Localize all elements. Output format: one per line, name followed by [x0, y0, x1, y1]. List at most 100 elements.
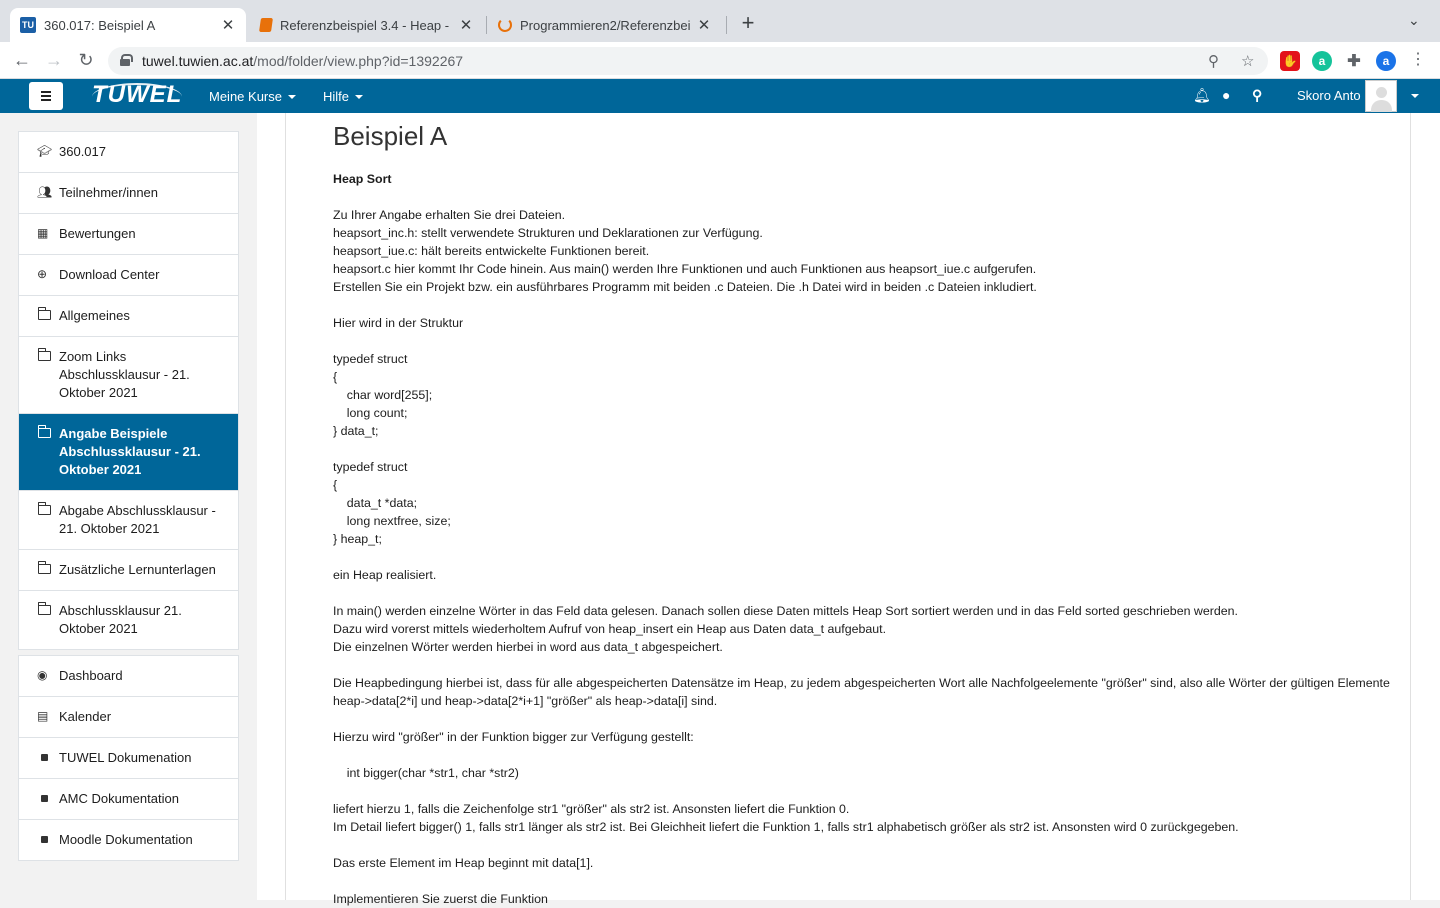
grammarly-extension-icon[interactable]: a: [1312, 51, 1332, 71]
nav-drawer: 🎓︎ 360.017 👥︎ Teilnehmer/innen ▦ Bewertunge…: [18, 131, 239, 861]
close-tab-icon[interactable]: ✕: [220, 16, 236, 34]
folder-icon: [37, 425, 51, 438]
bookmark-star-icon[interactable]: ☆: [1241, 52, 1254, 70]
forward-button[interactable]: →: [42, 49, 66, 73]
adblock-extension-icon[interactable]: ✋: [1280, 51, 1300, 71]
paragraph: [333, 548, 1423, 566]
browser-tab-strip: TU 360.017: Beispiel A ✕ Referenzbeispie…: [0, 0, 1440, 42]
nav-item-download-center[interactable]: ⊕ Download Center: [19, 254, 238, 295]
tab-title: 360.017: Beispiel A: [44, 17, 156, 33]
extensions-puzzle-icon[interactable]: ✚: [1344, 51, 1364, 71]
user-avatar[interactable]: [1365, 80, 1397, 112]
paragraph: [333, 440, 1423, 458]
browser-tab-active[interactable]: TU 360.017: Beispiel A ✕: [10, 8, 246, 42]
paragraph: In main() werden einzelne Wörter in das …: [333, 604, 1239, 654]
site-navbar: TUWEL Meine Kurse Hilfe 🔔︎ ● ⚲ Skoro Ant…: [0, 79, 1440, 113]
dashboard-icon: ◉: [37, 668, 48, 682]
tab-title: Referenzbeispiel 3.4 - Heap - J: [280, 17, 452, 33]
zoom-icon[interactable]: ⚲: [1208, 52, 1219, 70]
back-button[interactable]: ←: [10, 49, 34, 73]
browser-tab[interactable]: Programmieren2/Referenzbeisp ✕: [488, 8, 722, 42]
nav-item-abgabe[interactable]: Abgabe Abschlussklausur - 21. Oktober 20…: [19, 490, 238, 549]
nav-item-dashboard[interactable]: ◉ Dashboard: [19, 656, 238, 696]
bullet-icon: [41, 795, 48, 802]
browser-tab[interactable]: Referenzbeispiel 3.4 - Heap - J ✕: [250, 8, 484, 42]
users-icon: 👥︎: [37, 185, 53, 199]
tab-title: Programmieren2/Referenzbeisp: [520, 17, 690, 33]
paragraph: [333, 296, 1423, 314]
menu-help[interactable]: Hilfe: [323, 89, 364, 104]
paragraph: liefert hierzu 1, falls die Zeichenfolge…: [333, 802, 1239, 834]
tab-search-icon[interactable]: ⌄: [1408, 12, 1420, 29]
user-name[interactable]: Skoro Anto: [1297, 88, 1361, 103]
nav-item-participants[interactable]: 👥︎ Teilnehmer/innen: [19, 172, 238, 213]
close-tab-icon[interactable]: ✕: [458, 16, 474, 34]
folder-icon: [37, 348, 51, 361]
paragraph: Das erste Element im Heap beginnt mit da…: [333, 856, 594, 870]
nav-item-lernunterlagen[interactable]: Zusätzliche Lernunterlagen: [19, 549, 238, 590]
tu-icon: TU: [20, 17, 36, 33]
nav-item-course[interactable]: 🎓︎ 360.017: [19, 132, 238, 172]
profile-avatar[interactable]: a: [1376, 51, 1396, 71]
paragraph: [333, 872, 1423, 890]
nav-item-tuwel-doc[interactable]: TUWEL Dokumenation: [19, 737, 238, 778]
browser-toolbar: ← → ↻ tuwel.tuwien.ac.at/mod/folder/view…: [0, 42, 1440, 79]
global-nav: ◉ Dashboard ▤ Kalender TUWEL Dokumenation …: [18, 655, 239, 861]
main-region: Beispiel A Heap Sort Zu Ihrer Angabe erh…: [257, 113, 1440, 906]
page-title: Beispiel A: [333, 121, 448, 151]
folder-icon: [37, 502, 51, 515]
paragraph: [333, 584, 1423, 602]
new-tab-button[interactable]: +: [736, 10, 760, 38]
paragraph: Hier wird in der Struktur: [333, 316, 464, 330]
nav-item-allgemeines[interactable]: Allgemeines: [19, 295, 238, 336]
bullet-icon: [41, 836, 48, 843]
search-icon[interactable]: ⚲: [1252, 87, 1262, 104]
close-tab-icon[interactable]: ✕: [696, 16, 712, 34]
paragraph: [333, 782, 1423, 800]
reload-button[interactable]: ↻: [74, 49, 98, 73]
download-icon: ⊕: [37, 267, 48, 281]
paragraph: [333, 656, 1423, 674]
nav-item-abschlussklausur[interactable]: Abschlussklausur 21. Oktober 2021: [19, 590, 238, 649]
nav-item-grades[interactable]: ▦ Bewertungen: [19, 213, 238, 254]
loading-icon: [498, 18, 512, 32]
book-icon: [259, 18, 273, 32]
folder-icon: [37, 602, 51, 615]
paragraph: [333, 332, 1423, 350]
table-icon: ▦: [37, 226, 49, 240]
paragraph: Implementieren Sie zuerst die Funktion: [333, 892, 548, 906]
nav-item-calendar[interactable]: ▤ Kalender: [19, 696, 238, 737]
browser-menu-icon[interactable]: ⋮: [1406, 49, 1430, 73]
folder-intro: Heap Sort Zu Ihrer Angabe erhalten Sie d…: [333, 170, 1423, 908]
nav-item-moodle-doc[interactable]: Moodle Dokumentation: [19, 819, 238, 860]
nav-item-amc-doc[interactable]: AMC Dokumentation: [19, 778, 238, 819]
nav-item-angabe-beispiele[interactable]: Angabe Beispiele Abschlussklausur - 21. …: [19, 413, 238, 490]
paragraph: [333, 710, 1423, 728]
address-bar[interactable]: tuwel.tuwien.ac.at/mod/folder/view.php?i…: [108, 47, 1268, 75]
tab-separator: [486, 16, 487, 34]
drawer-toggle-button[interactable]: [29, 82, 63, 110]
messages-icon[interactable]: ●: [1222, 87, 1230, 103]
graduation-cap-icon: 🎓︎: [37, 144, 53, 158]
lock-icon: [120, 54, 133, 66]
code-line: int bigger(char *str1, char *str2): [333, 766, 519, 780]
code-block: typedef struct { data_t *data; long next…: [333, 460, 451, 546]
nav-item-zoom-links[interactable]: Zoom Links Abschlussklausur - 21. Oktobe…: [19, 336, 238, 413]
paragraph: Die Heapbedingung hierbei ist, dass für …: [333, 676, 1390, 708]
url-text[interactable]: tuwel.tuwien.ac.at/mod/folder/view.php?i…: [142, 53, 463, 69]
paragraph: [333, 188, 1423, 206]
site-logo[interactable]: TUWEL: [92, 81, 182, 109]
course-nav: 🎓︎ 360.017 👥︎ Teilnehmer/innen ▦ Bewertunge…: [18, 131, 239, 650]
paragraph: [333, 836, 1423, 854]
page-body: 🎓︎ 360.017 👥︎ Teilnehmer/innen ▦ Bewertunge…: [0, 113, 1440, 906]
tab-separator: [726, 16, 727, 34]
paragraph: ein Heap realisiert.: [333, 568, 437, 582]
menu-my-courses[interactable]: Meine Kurse: [209, 89, 296, 104]
notification-bell-icon[interactable]: 🔔︎: [1193, 87, 1211, 104]
content-card: Beispiel A Heap Sort Zu Ihrer Angabe erh…: [285, 113, 1411, 906]
bullet-icon: [41, 754, 48, 761]
paragraph: Zu Ihrer Angabe erhalten Sie drei Dateie…: [333, 208, 1037, 294]
calendar-icon: ▤: [37, 709, 49, 723]
paragraph: [333, 746, 1423, 764]
user-menu-caret-icon[interactable]: [1411, 94, 1419, 98]
